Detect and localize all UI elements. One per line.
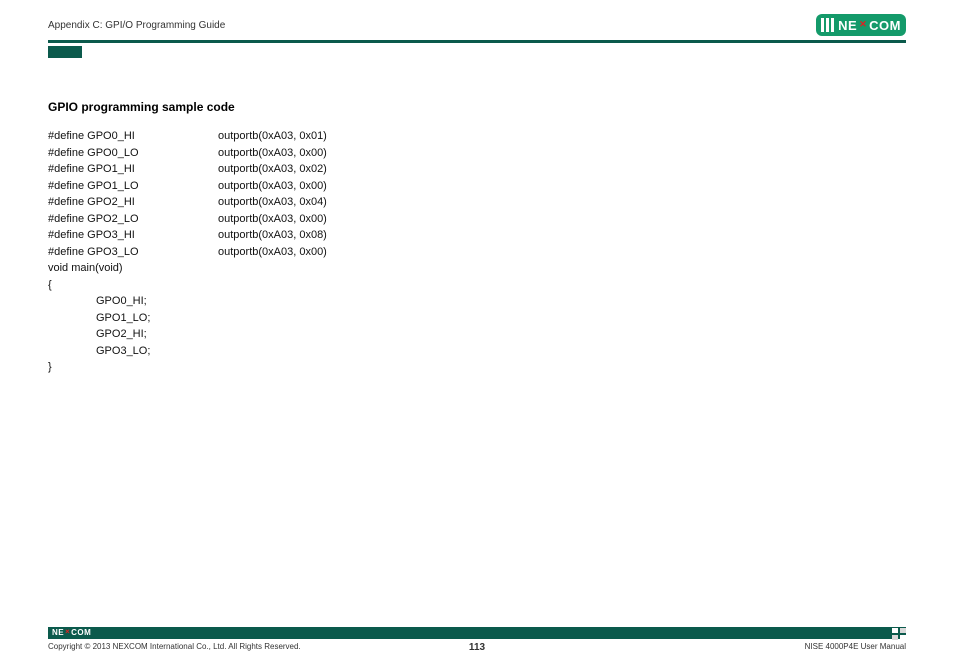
section-title: GPIO programming sample code — [48, 100, 906, 114]
code-define-val: outportb(0xA03, 0x02) — [218, 161, 327, 178]
code-define-val: outportb(0xA03, 0x04) — [218, 194, 327, 211]
logo-bars-icon — [821, 18, 834, 32]
header-title: Appendix C: GPI/O Programming Guide — [48, 20, 225, 31]
brand-logo: NE ✕ COM — [816, 14, 906, 36]
code-define: #define GPO1_HI — [48, 161, 218, 178]
page-content: GPIO programming sample code #define GPO… — [48, 100, 906, 376]
page-footer: NE ✕ COM Copyright © 2013 NEXCOM Interna… — [48, 627, 906, 654]
code-body-line: GPO3_LO; — [48, 343, 906, 360]
code-define: #define GPO2_LO — [48, 211, 218, 228]
code-define-val: outportb(0xA03, 0x00) — [218, 145, 327, 162]
code-define-val: outportb(0xA03, 0x08) — [218, 227, 327, 244]
code-define: #define GPO1_LO — [48, 178, 218, 195]
header-divider — [48, 40, 906, 43]
footer-brand-logo: NE ✕ COM — [52, 628, 91, 638]
code-define: #define GPO3_HI — [48, 227, 218, 244]
code-body-line: GPO0_HI; — [48, 293, 906, 310]
code-open-brace: { — [48, 277, 906, 294]
footer-manual-name: NISE 4000P4E User Manual — [805, 642, 906, 651]
code-body-line: GPO2_HI; — [48, 326, 906, 343]
code-body-line: GPO1_LO; — [48, 310, 906, 327]
footer-copyright: Copyright © 2013 NEXCOM International Co… — [48, 642, 301, 651]
page-number: 113 — [469, 642, 485, 653]
logo-text-part2: COM — [869, 18, 901, 33]
code-sample: #define GPO0_HIoutportb(0xA03, 0x01) #de… — [48, 128, 906, 376]
code-close-brace: } — [48, 359, 906, 376]
code-define: #define GPO2_HI — [48, 194, 218, 211]
code-main-sig: void main(void) — [48, 260, 906, 277]
code-define: #define GPO0_HI — [48, 128, 218, 145]
code-define-val: outportb(0xA03, 0x00) — [218, 178, 327, 195]
code-define: #define GPO3_LO — [48, 244, 218, 261]
logo-text-part1: NE — [838, 18, 857, 33]
accent-block — [48, 46, 82, 58]
code-define: #define GPO0_LO — [48, 145, 218, 162]
page-header: Appendix C: GPI/O Programming Guide NE ✕… — [48, 20, 906, 46]
code-define-val: outportb(0xA03, 0x00) — [218, 244, 327, 261]
code-define-val: outportb(0xA03, 0x01) — [218, 128, 327, 145]
footer-bar: NE ✕ COM — [48, 627, 906, 639]
code-define-val: outportb(0xA03, 0x00) — [218, 211, 327, 228]
footer-logo-text-part2: COM — [71, 628, 91, 638]
footer-logo-text-part1: NE — [52, 628, 64, 638]
